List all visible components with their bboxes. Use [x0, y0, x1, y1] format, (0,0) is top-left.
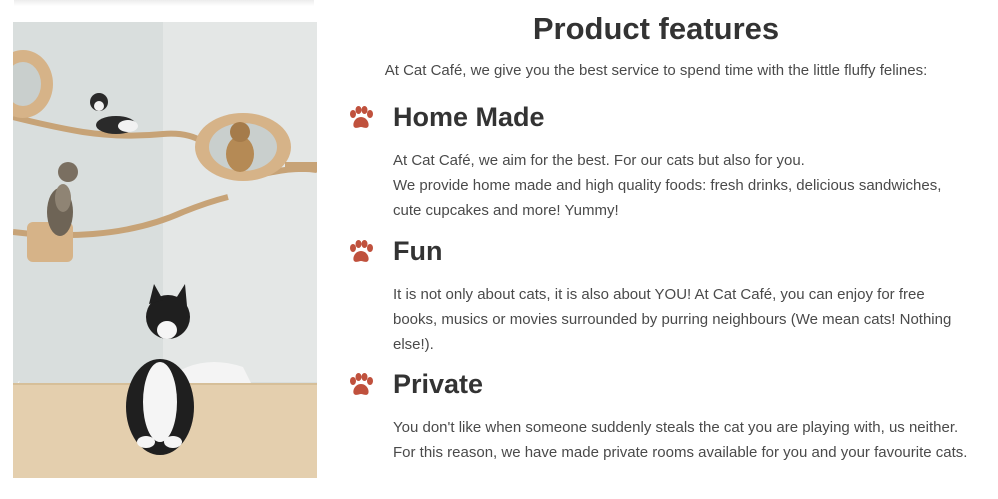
- feature-text-line: At Cat Café, we aim for the best. For ou…: [393, 152, 805, 169]
- feature-title: Private: [393, 369, 484, 399]
- paw-icon: [350, 240, 373, 262]
- feature-description: It is not only about cats, it is also ab…: [393, 286, 952, 353]
- feature-description: You don't like when someone suddenly ste…: [393, 419, 968, 461]
- feature-text-line: We provide home made and high quality fo…: [393, 177, 942, 219]
- intro-text: At Cat Café, we give you the best servic…: [384, 62, 928, 79]
- page-title: Product features: [532, 11, 780, 46]
- feature-description: At Cat Café, we aim for the best. For ou…: [393, 148, 968, 223]
- header-shadow: [14, 0, 314, 6]
- cat-cafe-photo: [13, 22, 317, 478]
- paw-icon: [350, 373, 373, 395]
- feature-title: Fun: [393, 236, 443, 266]
- paw-icon: [350, 106, 373, 128]
- feature-title: Home Made: [393, 102, 545, 132]
